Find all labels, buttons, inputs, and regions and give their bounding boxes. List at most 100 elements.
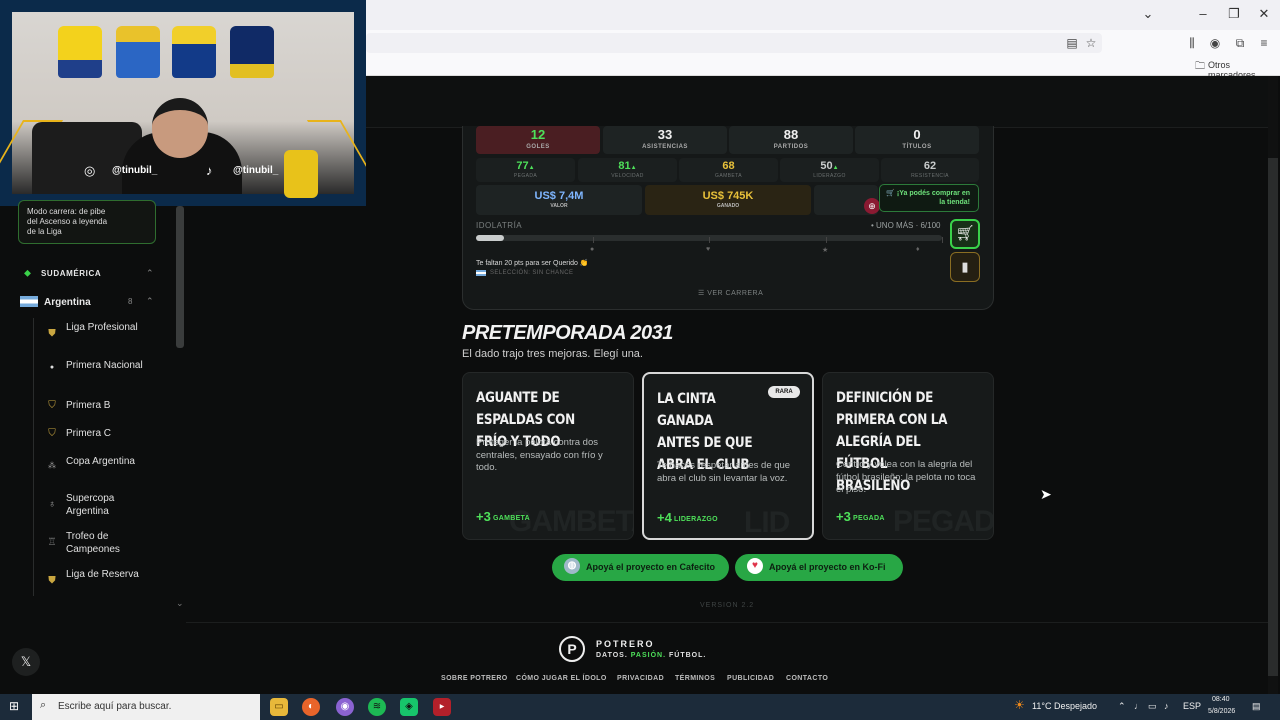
- menu-icon[interactable]: ≡: [1256, 36, 1272, 50]
- sidebar-item-primera-nacional[interactable]: Primera Nacional: [66, 360, 156, 373]
- attr-pegada: 77▲ PEGADA: [476, 158, 575, 182]
- address-bar[interactable]: [366, 33, 1102, 53]
- kofi-button[interactable]: ♥ Apoyá el proyecto en Ko-Fi: [735, 554, 903, 581]
- sidebar-item-trofeo-de-campeones[interactable]: Trofeo de Campeones: [66, 531, 156, 556]
- footer-link-publicidad[interactable]: PUBLICIDAD: [727, 675, 774, 682]
- trophy-icon: ♖: [47, 537, 57, 548]
- collapse-region-icon[interactable]: ⌃: [146, 268, 154, 279]
- choice-stat: LIDERAZGO: [674, 516, 718, 523]
- market-value-box: US$ 7,4M VALOR: [476, 185, 642, 215]
- stat-value: 0: [913, 127, 921, 142]
- footer-link-sobre[interactable]: SOBRE POTRERO: [441, 675, 508, 682]
- idol-hint: Te faltan 20 pts para ser Querido 👏: [476, 260, 589, 267]
- sidebar-scrollbar[interactable]: [176, 206, 184, 348]
- firefox-icon[interactable]: ◐: [302, 698, 320, 716]
- footer-link-privacidad[interactable]: PRIVACIDAD: [617, 675, 664, 682]
- version-label: VERSION 2.2: [700, 602, 755, 609]
- choice-description: Te hacés respetar antes de que abra el c…: [657, 460, 791, 484]
- sidebar-item-copa-argentina[interactable]: Copa Argentina: [66, 456, 156, 469]
- shop-cart-button[interactable]: 🛒︎: [950, 219, 980, 249]
- region-label[interactable]: SUDAMÉRICA: [41, 269, 101, 278]
- footer-link-contacto[interactable]: CONTACTO: [786, 675, 828, 682]
- cafecito-button[interactable]: ◍ Apoyá el proyecto en Cafecito: [552, 554, 729, 581]
- bookmark-star-icon[interactable]: ☆: [1083, 36, 1099, 50]
- attr-value: 50: [820, 160, 833, 172]
- sidebar-item-liga-profesional[interactable]: Liga Profesional: [66, 322, 156, 335]
- choice-stat: GAMBETA: [493, 515, 530, 522]
- speaker-image: [284, 150, 318, 198]
- choice-watermark: PEGADA: [893, 505, 994, 538]
- career-mode-promo[interactable]: Modo carrera: de pibe del Ascenso a leye…: [18, 200, 156, 244]
- reader-view-icon[interactable]: ▤: [1064, 36, 1080, 50]
- site-footer: [186, 622, 1268, 694]
- video-app-icon[interactable]: ▶: [433, 698, 451, 716]
- attr-resistencia: 62 RESISTENCIA: [881, 158, 979, 182]
- attr-label: GAMBETA: [715, 173, 742, 179]
- spotify-icon[interactable]: ≋: [368, 698, 386, 716]
- x-social-icon[interactable]: 𝕏: [12, 648, 40, 676]
- tiktok-handle: @tinubil_: [233, 165, 279, 176]
- language-indicator[interactable]: ESP: [1183, 701, 1201, 711]
- view-career-link[interactable]: ☰ VER CARRERA: [698, 289, 763, 297]
- milestone-tick: [709, 237, 710, 243]
- store-tooltip: 🛒 ¡Ya podés comprar en la tienda!: [879, 184, 979, 212]
- account-icon[interactable]: ◉: [1207, 36, 1223, 50]
- shield-icon: ⛉: [48, 400, 56, 411]
- scroll-down-icon[interactable]: ⌄: [176, 598, 184, 609]
- minimize-icon[interactable]: –: [1193, 6, 1213, 21]
- tagline-part: PASIÓN.: [630, 652, 667, 659]
- upgrade-choice-1[interactable]: GAMBETA Aguante de espaldas con frío y t…: [462, 372, 634, 540]
- choice-watermark: GAMBETA: [509, 505, 633, 538]
- attr-value: 62: [923, 160, 937, 172]
- stat-asistencias: 33 ASISTENCIAS: [603, 126, 727, 154]
- market-value-label: VALOR: [550, 203, 568, 209]
- milestone-tick: [593, 237, 594, 243]
- tray-chevron-icon[interactable]: ⌃: [1118, 701, 1126, 712]
- earned-value: US$ 745K: [702, 190, 754, 202]
- country-label[interactable]: Argentina: [44, 297, 91, 308]
- network-icon[interactable]: ▭: [1148, 701, 1157, 712]
- notification-icon[interactable]: ▤: [1252, 701, 1261, 712]
- choice-description: Centro y volea con la alegría del fútbol…: [836, 459, 976, 495]
- clock-time[interactable]: 08:40: [1212, 696, 1230, 703]
- tab-list-icon[interactable]: ⌄: [1138, 6, 1158, 22]
- close-window-icon[interactable]: ✕: [1254, 6, 1274, 22]
- sidebar-item-liga-de-reserva[interactable]: Liga de Reserva: [66, 569, 156, 582]
- country-count: 8: [128, 297, 133, 306]
- clipboard-button[interactable]: ▮: [950, 252, 980, 282]
- sidebar-item-supercopa-argentina[interactable]: Supercopa Argentina: [66, 493, 156, 518]
- up-arrow-icon: ▲: [630, 165, 637, 171]
- sidebar-item-primera-b[interactable]: Primera B: [66, 400, 156, 413]
- file-explorer-icon[interactable]: ▭: [270, 698, 288, 716]
- weather-text[interactable]: 11°C Despejado: [1032, 701, 1097, 711]
- page-scrollbar[interactable]: [1268, 158, 1278, 676]
- preseason-title: PRETEMPORADA 2031: [462, 322, 673, 344]
- webcam-video: [12, 12, 354, 198]
- upgrade-choice-3[interactable]: PEGADA Definición de primera con la aleg…: [822, 372, 994, 540]
- stat-value: 88: [783, 127, 799, 142]
- cart-icon: 🛒︎: [955, 225, 975, 242]
- footer-link-como-jugar[interactable]: CÓMO JUGAR EL ÍDOLO: [516, 675, 607, 682]
- footer-link-terminos[interactable]: TÉRMINOS: [675, 675, 715, 682]
- library-icon[interactable]: ⫼: [1184, 36, 1200, 51]
- app-icon[interactable]: ◈: [400, 698, 418, 716]
- up-arrow-icon: ▲: [528, 165, 535, 171]
- extensions-icon[interactable]: ⧉: [1232, 36, 1248, 51]
- webcam-overlay: ◎ @tinubil_ ♪ @tinubil_: [0, 0, 366, 206]
- collapse-country-icon[interactable]: ⌃: [146, 296, 154, 307]
- tree-line: [33, 318, 34, 596]
- volume-icon[interactable]: ♪: [1164, 701, 1169, 711]
- clipboard-icon: ▮: [961, 259, 969, 274]
- choice-bonus: +4: [657, 510, 672, 525]
- brand-name: POTRERO: [596, 639, 655, 649]
- messenger-icon[interactable]: ◉: [336, 698, 354, 716]
- stat-titulos: 0 TÍTULOS: [855, 126, 979, 154]
- potrero-logo-icon[interactable]: P: [559, 636, 585, 662]
- clock-date[interactable]: 5/8/2026: [1208, 708, 1235, 715]
- club-badge-icon: ⊕: [864, 198, 880, 214]
- windows-start-icon[interactable]: ⊞: [9, 699, 19, 713]
- restore-icon[interactable]: ❐: [1224, 6, 1244, 22]
- bookmarks-bar: [366, 56, 1280, 76]
- sidebar-item-primera-c[interactable]: Primera C: [66, 428, 156, 441]
- microphone-icon[interactable]: ♩: [1134, 701, 1143, 711]
